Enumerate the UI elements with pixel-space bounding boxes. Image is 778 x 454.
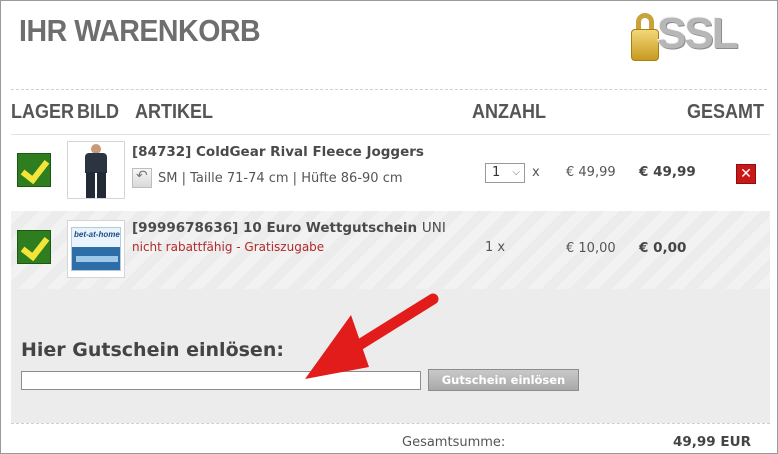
edit-variant-icon[interactable] (132, 168, 152, 188)
summary-divider (11, 423, 770, 424)
lock-icon (631, 29, 659, 61)
quantity-multiplier: x (532, 165, 540, 180)
voucher-card-image: bet-at-home (71, 227, 121, 271)
page-title: IHR WARENKORB (19, 13, 261, 48)
product-title-link[interactable]: [84732] ColdGear Rival Fleece Joggers (132, 144, 424, 160)
column-header-gesamt: GESAMT (687, 101, 765, 123)
line-total: € 0,00 (639, 240, 687, 256)
joggers-figure-torso (85, 153, 107, 173)
arrow-head (305, 315, 369, 379)
voucher-product-image[interactable]: bet-at-home (67, 220, 125, 278)
quantity-value: 1 x (485, 240, 505, 255)
joggers-figure-leg (97, 172, 106, 198)
cart-row: [84732] ColdGear Rival Fleece Joggers SM… (11, 135, 770, 211)
joggers-figure-leg (86, 172, 95, 198)
column-header-anzahl: ANZAHL (472, 101, 546, 123)
line-total: € 49,99 (639, 164, 696, 180)
cart-row: bet-at-home [9999678636] 10 Euro Wettgut… (11, 211, 770, 289)
cart-panel: IHR WARENKORB SSL LAGER BILD ARTIKEL ANZ… (0, 0, 778, 454)
quantity-select[interactable]: 1 ⌵ (485, 163, 525, 183)
voucher-logo: bet-at-home (74, 230, 120, 239)
header-divider (11, 89, 767, 90)
product-title-link[interactable]: [9999678636] 10 Euro Wettgutschein UNI (132, 220, 446, 236)
quantity-value: 1 (492, 165, 501, 180)
quantity-multiplier: x (497, 240, 506, 255)
voucher-strip (76, 256, 118, 262)
variant-text: SM | Taille 71-74 cm | Hüfte 86-90 cm (158, 170, 403, 186)
checkmark-icon (17, 153, 51, 187)
red-arrow-annotation (305, 293, 439, 379)
column-header-artikel: ARTIKEL (135, 101, 214, 123)
voucher-heading: Hier Gutschein einlösen: (21, 339, 284, 361)
product-variant: SM | Taille 71-74 cm | Hüfte 86-90 cm (132, 168, 403, 188)
remove-item-button[interactable]: ✕ (736, 164, 756, 184)
chevron-down-icon: ⌵ (512, 167, 520, 178)
product-note: nicht rabattfähig - Gratiszugabe (132, 240, 325, 254)
column-header-lager: LAGER (11, 101, 74, 123)
checkmark-icon (17, 230, 51, 264)
product-size: UNI (421, 220, 446, 236)
unit-price: € 49,99 (566, 165, 616, 180)
product-title: [84732] ColdGear Rival Fleece Joggers (132, 144, 424, 160)
grand-total-value: 49,99 EUR (673, 434, 751, 450)
joggers-product-image[interactable] (67, 141, 125, 199)
column-header-bild: BILD (77, 101, 120, 123)
ssl-badge: SSL (623, 7, 753, 65)
quantity-number: 1 (485, 240, 494, 255)
ssl-label: SSL (657, 9, 739, 58)
product-title: [9999678636] 10 Euro Wettgutschein (132, 220, 418, 236)
unit-price: € 10,00 (566, 241, 616, 256)
grand-total-label: Gesamtsumme: (402, 435, 506, 450)
redeem-voucher-button[interactable]: Gutschein einlösen (428, 369, 579, 391)
